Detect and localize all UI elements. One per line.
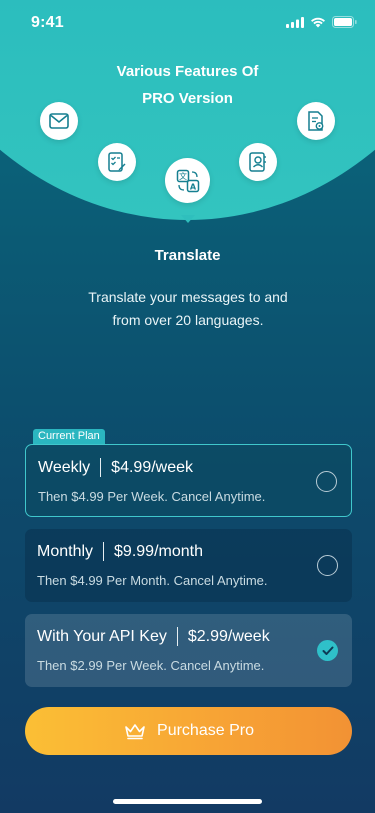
checkmark-icon <box>322 646 333 655</box>
feature-checklist-button[interactable] <box>98 143 136 181</box>
status-bar: 9:41 <box>0 0 375 44</box>
plan-divider <box>103 542 105 561</box>
features-title-line1: Various Features Of <box>116 63 259 80</box>
status-icons <box>286 16 357 28</box>
feature-translate-button[interactable]: 文 A <box>165 158 210 203</box>
svg-text:A: A <box>189 182 196 191</box>
wifi-icon <box>311 17 325 27</box>
selected-feature-pointer <box>181 215 195 223</box>
feature-contacts-button[interactable] <box>239 143 277 181</box>
plan-header: Monthly $9.99/month <box>37 542 203 561</box>
feature-document-button[interactable] <box>297 102 335 140</box>
translate-icon: 文 A <box>176 169 199 192</box>
plan-divider <box>176 627 178 646</box>
purchase-pro-label: Purchase Pro <box>157 722 254 739</box>
plan-option-monthly[interactable]: Monthly $9.99/month Then $4.99 Per Month… <box>25 529 352 602</box>
mail-icon <box>49 113 69 129</box>
plan-option-weekly[interactable]: Weekly $4.99/week Then $4.99 Per Week. C… <box>25 444 352 517</box>
plan-subtitle: Then $4.99 Per Week. Cancel Anytime. <box>38 489 266 504</box>
plan-price: $9.99/month <box>114 542 203 560</box>
svg-text:文: 文 <box>179 171 187 181</box>
plan-header: With Your API Key $2.99/week <box>37 627 270 646</box>
home-indicator[interactable] <box>113 799 262 804</box>
feature-mail-button[interactable] <box>40 102 78 140</box>
plan-price: $4.99/week <box>111 458 194 476</box>
plan-price: $2.99/week <box>187 627 270 645</box>
contact-book-icon <box>249 152 266 172</box>
current-plan-badge: Current Plan <box>33 429 105 444</box>
crown-icon <box>125 724 145 740</box>
plan-option-api-key[interactable]: With Your API Key $2.99/week Then $2.99 … <box>25 614 352 687</box>
checklist-edit-icon <box>108 152 126 172</box>
purchase-pro-button[interactable]: Purchase Pro <box>25 707 352 755</box>
plan-radio-button[interactable] <box>317 555 338 576</box>
pro-upgrade-screen: 9:41 Various Features Of PRO Version 文 A… <box>0 0 375 813</box>
document-settings-icon <box>308 111 324 131</box>
status-time: 9:41 <box>31 14 64 31</box>
plan-name: Monthly <box>37 542 94 560</box>
plan-radio-button[interactable] <box>316 471 337 492</box>
plan-name: Weekly <box>38 458 91 476</box>
signal-icon <box>286 16 304 28</box>
plan-name: With Your API Key <box>37 627 167 645</box>
plan-subtitle: Then $4.99 Per Month. Cancel Anytime. <box>37 573 268 588</box>
plan-radio-button-checked[interactable] <box>317 640 338 661</box>
plan-header: Weekly $4.99/week <box>38 458 193 477</box>
plan-divider <box>100 458 102 477</box>
battery-icon <box>332 16 357 28</box>
plan-subtitle: Then $2.99 Per Week. Cancel Anytime. <box>37 658 265 673</box>
selected-feature-name: Translate <box>154 247 221 264</box>
selected-feature-description: Translate your messages to and from over… <box>88 289 288 328</box>
